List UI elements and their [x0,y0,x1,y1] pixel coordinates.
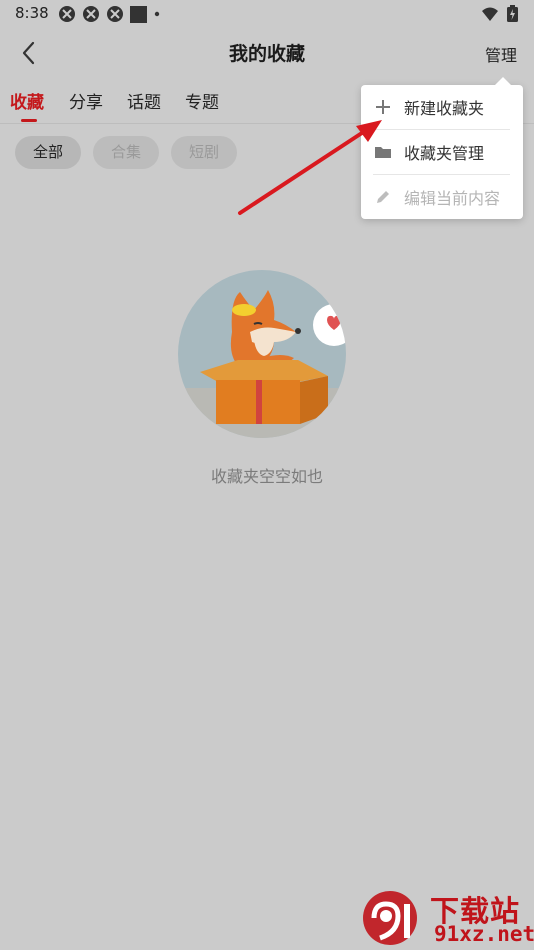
status-time: 8:38 [15,4,49,22]
filter-chip-short-dramas[interactable]: 短剧 [171,136,238,169]
menu-item-edit-current[interactable]: 编辑当前内容 [361,175,523,219]
folder-icon [373,142,393,162]
active-tab-indicator [21,119,37,122]
top-bar: 我的收藏 管理 [0,28,534,76]
manage-dropdown-menu: 新建收藏夹 收藏夹管理 编辑当前内容 [361,77,523,219]
tab-favorites[interactable]: 收藏 [10,88,44,113]
status-system-icons [481,5,518,22]
wifi-icon [482,7,498,21]
status-bar: 8:38 [0,0,534,28]
status-notification-icons [58,5,161,23]
fox-in-box-illustration [178,270,346,438]
plus-icon [373,97,393,117]
manage-button[interactable]: 管理 [485,42,517,66]
menu-item-new-folder[interactable]: 新建收藏夹 [361,85,523,129]
menu-item-label: 收藏夹管理 [404,144,485,163]
app-icon [59,6,75,22]
menu-item-label: 新建收藏夹 [404,99,485,118]
page-title: 我的收藏 [228,43,305,65]
app-icon [83,6,99,22]
menu-item-label: 编辑当前内容 [404,189,501,208]
dot-icon [154,11,160,17]
91-logo [363,891,417,945]
app-icon [107,6,123,22]
filter-chip-all[interactable]: 全部 [15,136,82,169]
watermark-domain: 91xz.net [434,922,534,946]
tab-topics[interactable]: 话题 [127,88,161,113]
tab-specials[interactable]: 专题 [185,88,219,113]
menu-item-folder-management[interactable]: 收藏夹管理 [361,130,523,174]
menu-caret [495,77,511,85]
square-icon [130,5,147,23]
battery-icon [507,5,518,22]
pencil-icon [373,187,393,207]
filter-chip-collections[interactable]: 合集 [93,136,160,169]
tab-shares[interactable]: 分享 [69,88,103,113]
empty-state-message: 收藏夹空空如也 [210,467,323,486]
site-watermark: 下载站 91xz.net [360,886,534,950]
filter-chips: 全部 合集 短剧 [15,136,238,169]
